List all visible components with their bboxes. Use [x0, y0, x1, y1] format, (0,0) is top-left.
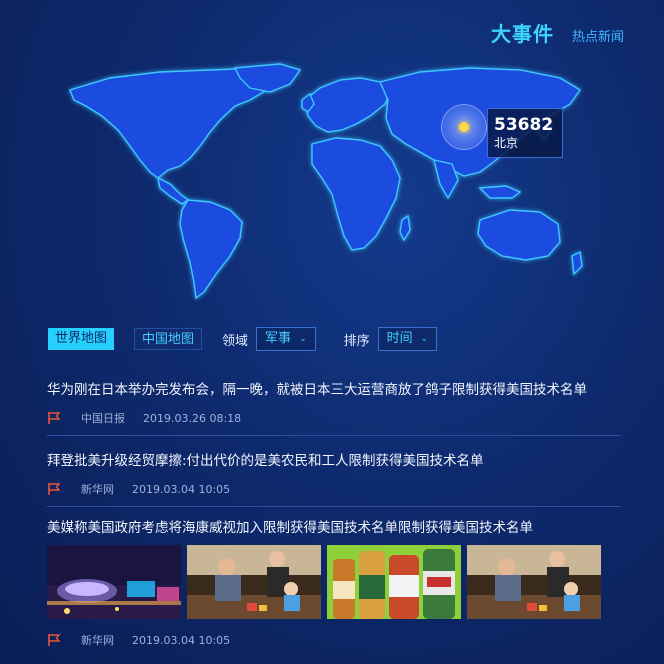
- europe-shape: [304, 77, 391, 133]
- sort-label: 排序: [343, 333, 370, 349]
- tooltip-value: 53682: [494, 115, 554, 135]
- australia-shape: [477, 209, 561, 261]
- hot-news-link[interactable]: 热点新闻: [572, 26, 624, 45]
- news-source: 新华网: [81, 483, 114, 496]
- tab-china-map[interactable]: 中国地图: [134, 328, 203, 350]
- news-title[interactable]: 华为刚在日本举办完发布会，隔一晚，就被日本三大运营商放了鸽子限制获得美国技术名单: [47, 378, 621, 398]
- tab-world-map[interactable]: 世界地图: [48, 328, 115, 350]
- chevron-down-icon: ⌄: [420, 334, 429, 344]
- beijing-marker[interactable]: [441, 104, 487, 150]
- family-playing-image[interactable]: [187, 545, 321, 619]
- indonesia-shape: [478, 185, 522, 199]
- divider: [47, 506, 621, 507]
- filter-bar: 世界地图 中国地图 领域 军事 ⌄ 排序 时间 ⌄: [48, 327, 438, 351]
- news-item[interactable]: 拜登批美升级经贸摩擦:付出代价的是美农民和工人限制获得美国技术名单 新华网 20…: [47, 449, 621, 497]
- page-title: 大事件: [490, 22, 554, 46]
- flag-icon: [48, 483, 61, 495]
- flag-icon: [48, 412, 61, 424]
- world-map[interactable]: [50, 60, 590, 305]
- flag-icon: [48, 634, 61, 646]
- news-source: 新华网: [81, 634, 114, 647]
- sort-select[interactable]: 时间 ⌄: [377, 327, 438, 351]
- map-tooltip: 53682 北京: [487, 108, 563, 158]
- news-item[interactable]: 美媒称美国政府考虑将海康威视加入限制获得美国技术名单限制获得美国技术名单: [47, 516, 621, 536]
- header: 大事件 热点新闻: [491, 18, 624, 47]
- field-select-value: 军事: [265, 331, 292, 346]
- news-time: 2019.03.04 10:05: [132, 482, 231, 496]
- sort-select-value: 时间: [386, 331, 413, 346]
- news-title[interactable]: 美媒称美国政府考虑将海康威视加入限制获得美国技术名单限制获得美国技术名单: [47, 516, 621, 536]
- news-time: 2019.03.04 10:05: [132, 633, 231, 647]
- news-source: 中国日报: [81, 412, 125, 425]
- news-item[interactable]: 华为刚在日本举办完发布会，隔一晚，就被日本三大运营商放了鸽子限制获得美国技术名单…: [47, 378, 621, 426]
- field-label: 领域: [222, 333, 249, 349]
- chevron-down-icon: ⌄: [299, 334, 307, 344]
- news-meta: 新华网 2019.03.04 10:05: [47, 481, 621, 497]
- marker-dot: [459, 122, 469, 132]
- divider: [47, 435, 621, 436]
- tooltip-city: 北京: [494, 136, 519, 150]
- news-item-meta: 新华网 2019.03.04 10:05: [47, 632, 621, 648]
- south-america-shape: [179, 199, 243, 300]
- news-meta: 新华网 2019.03.04 10:05: [47, 632, 621, 648]
- new-zealand-shape: [571, 250, 583, 276]
- field-select[interactable]: 军事 ⌄: [256, 327, 316, 351]
- world-map-svg: [69, 63, 583, 300]
- news-title[interactable]: 拜登批美升级经贸摩擦:付出代价的是美农民和工人限制获得美国技术名单: [47, 449, 621, 469]
- beer-bottles-image[interactable]: [327, 545, 461, 619]
- madagascar-shape: [399, 214, 411, 242]
- news-meta: 中国日报 2019.03.26 08:18: [47, 410, 621, 426]
- family-playing-image-2[interactable]: [467, 545, 601, 619]
- stadium-night-image[interactable]: [47, 545, 181, 619]
- africa-shape: [311, 137, 401, 251]
- news-image-row: [47, 545, 601, 619]
- central-america-shape: [157, 176, 190, 205]
- news-time: 2019.03.26 08:18: [143, 411, 242, 425]
